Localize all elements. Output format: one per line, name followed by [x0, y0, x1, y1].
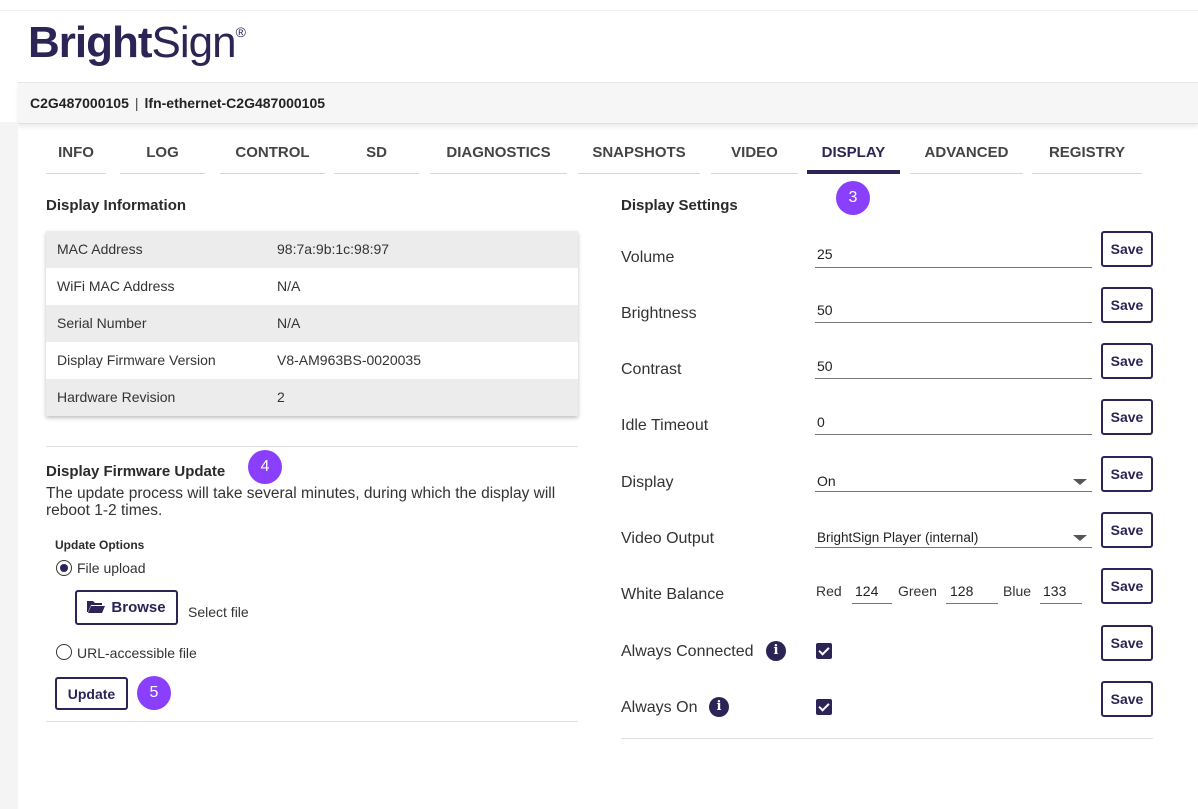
red-input[interactable]: 124 — [855, 583, 878, 599]
blue-input[interactable]: 133 — [1043, 583, 1066, 599]
table-row: Hardware Revision 2 — [46, 379, 578, 416]
save-volume-button[interactable]: Save — [1101, 231, 1153, 267]
device-bar: C2G487000105 | lfn-ethernet-C2G487000105 — [18, 82, 1198, 124]
save-always-connected-button[interactable]: Save — [1101, 625, 1153, 661]
green-input[interactable]: 128 — [950, 583, 973, 599]
table-row: WiFi MAC Address N/A — [46, 268, 578, 305]
blue-label: Blue — [1003, 583, 1032, 599]
save-white-balance-button[interactable]: Save — [1101, 568, 1153, 604]
tab-advanced[interactable]: ADVANCED — [910, 138, 1023, 174]
save-video-output-button[interactable]: Save — [1101, 512, 1153, 548]
tab-control[interactable]: CONTROL — [220, 138, 325, 174]
tab-video[interactable]: VIDEO — [711, 138, 798, 174]
file-upload-radio[interactable] — [56, 560, 72, 576]
idle-timeout-label: Idle Timeout — [621, 417, 709, 434]
table-row: MAC Address 98:7a:9b:1c:98:97 — [46, 231, 578, 268]
device-serial: C2G487000105 — [30, 95, 129, 111]
red-underline — [852, 603, 892, 604]
url-file-label: URL-accessible file — [77, 645, 197, 661]
display-settings-title: Display Settings — [621, 197, 738, 214]
folder-open-icon — [87, 601, 106, 613]
info-icon[interactable]: i — [709, 697, 729, 717]
device-name: lfn-ethernet-C2G487000105 — [144, 95, 326, 111]
video-output-label: Video Output — [621, 530, 715, 547]
divider — [46, 446, 578, 447]
green-underline — [946, 603, 998, 604]
tab-sd[interactable]: SD — [334, 138, 419, 174]
browse-button[interactable]: Browse — [75, 590, 178, 625]
table-row: Serial Number N/A — [46, 305, 578, 342]
tab-display[interactable]: DISPLAY — [807, 138, 900, 174]
display-information-title: Display Information — [46, 197, 187, 214]
save-brightness-button[interactable]: Save — [1101, 287, 1153, 323]
save-contrast-button[interactable]: Save — [1101, 343, 1153, 379]
tab-snapshots[interactable]: SNAPSHOTS — [578, 138, 700, 174]
update-button[interactable]: Update — [55, 677, 128, 710]
step-badge-4: 4 — [248, 450, 282, 484]
white-balance-label: White Balance — [621, 586, 725, 603]
left-gutter — [0, 122, 18, 809]
top-strip — [0, 0, 1198, 11]
chevron-down-icon[interactable] — [1073, 479, 1087, 485]
brightness-underline — [815, 322, 1092, 323]
brightness-input[interactable]: 50 — [817, 302, 833, 318]
blue-underline — [1040, 603, 1082, 604]
url-file-radio[interactable] — [56, 644, 72, 660]
contrast-input[interactable]: 50 — [817, 358, 833, 374]
display-information-table: MAC Address 98:7a:9b:1c:98:97 WiFi MAC Ad… — [46, 231, 578, 416]
always-on-checkbox[interactable] — [816, 699, 832, 715]
always-on-label: Always On — [621, 699, 698, 716]
green-label: Green — [898, 583, 937, 599]
divider — [621, 738, 1153, 739]
brightsign-logo: BrightSign® — [28, 18, 246, 67]
firmware-update-title: Display Firmware Update — [46, 463, 226, 480]
step-badge-5: 5 — [137, 676, 171, 710]
tab-diagnostics[interactable]: DIAGNOSTICS — [430, 138, 567, 174]
display-underline — [815, 491, 1092, 492]
divider — [46, 721, 578, 722]
volume-label: Volume — [621, 249, 675, 266]
step-badge-3: 3 — [836, 181, 870, 215]
firmware-update-description: The update process will take several min… — [46, 485, 556, 519]
red-label: Red — [816, 583, 842, 599]
volume-underline — [815, 267, 1092, 268]
tab-registry[interactable]: REGISTRY — [1032, 138, 1142, 174]
select-file-text: Select file — [188, 604, 249, 620]
save-always-on-button[interactable]: Save — [1101, 681, 1153, 717]
video-output-underline — [815, 547, 1092, 548]
info-icon[interactable]: i — [766, 641, 786, 661]
tab-log[interactable]: LOG — [120, 138, 205, 174]
contrast-underline — [815, 378, 1092, 379]
always-connected-checkbox[interactable] — [816, 643, 832, 659]
save-idle-timeout-button[interactable]: Save — [1101, 399, 1153, 435]
chevron-down-icon[interactable] — [1073, 535, 1087, 541]
brightness-label: Brightness — [621, 305, 697, 322]
always-connected-label: Always Connected — [621, 643, 754, 660]
display-select[interactable]: On — [817, 473, 836, 489]
video-output-select[interactable]: BrightSign Player (internal) — [817, 530, 978, 545]
tab-bar: INFO LOG CONTROL SD DIAGNOSTICS SNAPSHOT… — [0, 138, 1198, 174]
contrast-label: Contrast — [621, 361, 682, 378]
file-upload-label: File upload — [77, 560, 146, 576]
display-label: Display — [621, 474, 674, 491]
volume-input[interactable]: 25 — [817, 246, 833, 262]
tab-info[interactable]: INFO — [46, 138, 106, 174]
save-display-button[interactable]: Save — [1101, 456, 1153, 492]
update-options-label: Update Options — [55, 538, 145, 552]
idle-timeout-underline — [815, 434, 1092, 435]
idle-timeout-input[interactable]: 0 — [817, 414, 825, 430]
table-row: Display Firmware Version V8-AM963BS-00200… — [46, 342, 578, 379]
